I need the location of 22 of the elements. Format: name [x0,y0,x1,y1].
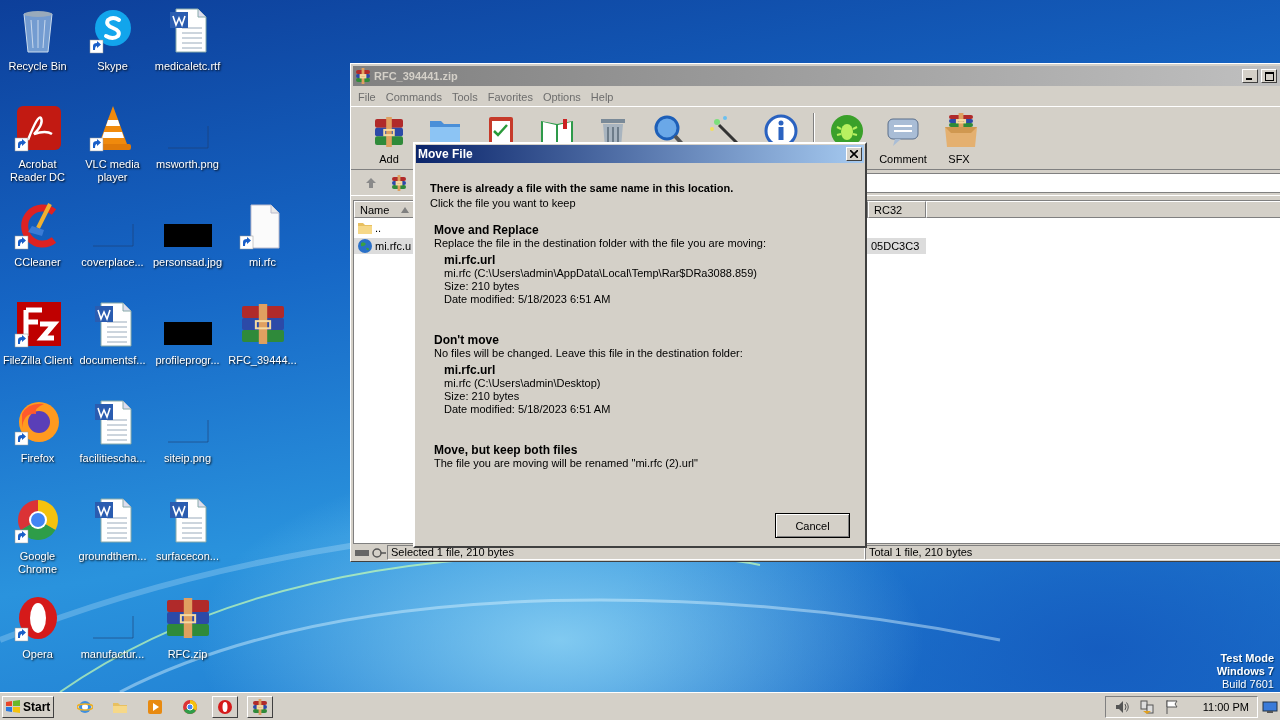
system-notice-text: Windows 7 [1216,665,1274,678]
file-path: mi.rfc (C:\Users\admin\AppData\Local\Temp\Rar$DRa3088.859) [444,267,759,280]
file-date: Date modified: 5/18/2023 6:51 AM [444,293,612,306]
file-name: mi.rfc.url [444,364,497,377]
file-name: .. [375,221,382,234]
dialog-heading: There is already a file with the same name in this location. [430,181,735,196]
file-date: Date modified: 5/18/2023 6:51 AM [444,403,612,416]
system-notice-text: Build 7601 [1222,678,1274,691]
file-name: mi.rfc.url [444,254,497,267]
option-description: Replace the file in the destination folder with the file you are moving: [434,237,768,250]
file-name: mi.rfc.u [375,239,412,252]
system-notice-text: Test Mode [1220,652,1274,665]
window-title: RFC_394441.zip [374,70,459,82]
dialog-title: Move File [418,147,473,161]
file-size: Size: 210 bytes [444,280,521,293]
file-path: mi.rfc (C:\Users\admin\Desktop) [444,377,602,390]
option-description: No files will be changed. Leave this file in the destination folder: [434,347,744,360]
file-size: Size: 210 bytes [444,390,521,403]
status-text: Total 1 file, 210 bytes [865,545,1280,560]
option-description: The file you are moving will be renamed "mi.rfc (2).url" [434,457,699,470]
dialog-subheading: Click the file you want to keep [430,196,577,211]
crc-value: 05DC3C3 [871,239,920,252]
